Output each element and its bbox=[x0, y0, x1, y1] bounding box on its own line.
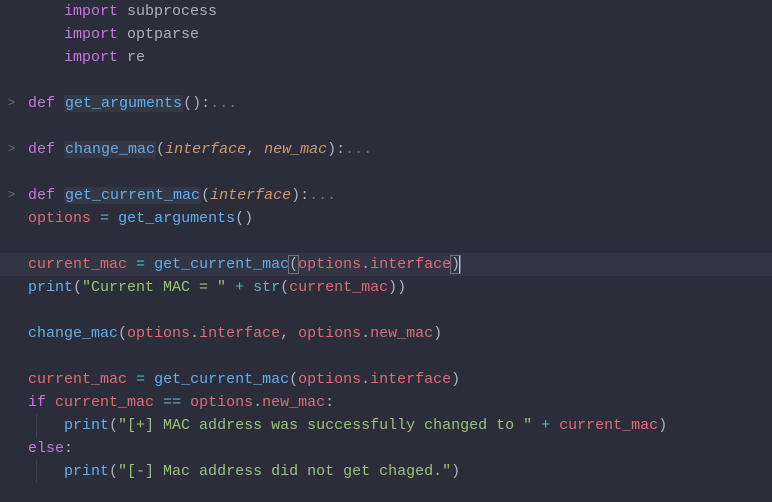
string: "[-] Mac address did not get chaged." bbox=[118, 463, 451, 480]
code-line[interactable] bbox=[0, 115, 772, 138]
code-editor[interactable]: changer › 🐍 mac_changer.py › ... import … bbox=[0, 0, 772, 483]
code-line[interactable]: >def get_arguments():... bbox=[0, 92, 772, 115]
module: optparse bbox=[127, 26, 199, 43]
keyword: import bbox=[64, 3, 118, 20]
module: subprocess bbox=[127, 3, 217, 20]
code-line[interactable]: options = get_arguments() bbox=[0, 207, 772, 230]
property: interface bbox=[370, 256, 451, 273]
code-line[interactable] bbox=[0, 230, 772, 253]
code-line-active[interactable]: current_mac = get_current_mac(options.in… bbox=[0, 253, 772, 276]
builtin: str bbox=[253, 279, 280, 296]
fold-arrow-icon[interactable]: > bbox=[8, 184, 15, 207]
code-line[interactable]: current_mac = get_current_mac(options.in… bbox=[0, 368, 772, 391]
code-line[interactable]: print("[-] Mac address did not get chage… bbox=[0, 460, 772, 483]
code-line[interactable]: import subprocess bbox=[0, 0, 772, 23]
function-call: get_current_mac bbox=[154, 256, 289, 273]
fold-arrow-icon[interactable]: > bbox=[8, 92, 15, 115]
variable: options bbox=[298, 256, 361, 273]
code-line[interactable]: change_mac(options.interface, options.ne… bbox=[0, 322, 772, 345]
function-call: print bbox=[64, 463, 109, 480]
string: "[+] MAC address was successfully change… bbox=[118, 417, 532, 434]
module: re bbox=[127, 49, 145, 66]
code-line[interactable]: print("[+] MAC address was successfully … bbox=[0, 414, 772, 437]
keyword: def bbox=[28, 187, 55, 204]
code-line[interactable]: else: bbox=[0, 437, 772, 460]
code-line[interactable]: import optparse bbox=[0, 23, 772, 46]
code-line[interactable]: >def change_mac(interface, new_mac):... bbox=[0, 138, 772, 161]
variable: options bbox=[298, 371, 361, 388]
function-name: get_current_mac bbox=[64, 187, 201, 204]
fold-indicator[interactable]: ... bbox=[210, 95, 237, 112]
variable: current_mac bbox=[559, 417, 658, 434]
property: interface bbox=[370, 371, 451, 388]
variable: options bbox=[298, 325, 361, 342]
variable: options bbox=[190, 394, 253, 411]
keyword: if bbox=[28, 394, 46, 411]
keyword: def bbox=[28, 141, 55, 158]
function-call: print bbox=[28, 279, 73, 296]
code-line[interactable]: print("Current MAC = " + str(current_mac… bbox=[0, 276, 772, 299]
variable: options bbox=[28, 210, 91, 227]
function-call: get_arguments bbox=[118, 210, 235, 227]
function-call: print bbox=[64, 417, 109, 434]
variable: current_mac bbox=[28, 256, 127, 273]
parameter: new_mac bbox=[264, 141, 327, 158]
function-call: get_current_mac bbox=[154, 371, 289, 388]
fold-indicator[interactable]: ... bbox=[345, 141, 372, 158]
code-area[interactable]: import subprocess import optparse import… bbox=[0, 0, 772, 483]
keyword: import bbox=[64, 49, 118, 66]
indent-guide bbox=[36, 414, 37, 437]
code-line[interactable]: if current_mac == options.new_mac: bbox=[0, 391, 772, 414]
function-name: get_arguments bbox=[64, 95, 183, 112]
code-line[interactable] bbox=[0, 69, 772, 92]
keyword: import bbox=[64, 26, 118, 43]
property: interface bbox=[199, 325, 280, 342]
string: "Current MAC = " bbox=[82, 279, 226, 296]
variable: current_mac bbox=[289, 279, 388, 296]
variable: current_mac bbox=[28, 371, 127, 388]
parameter: interface bbox=[210, 187, 291, 204]
function-name: change_mac bbox=[64, 141, 156, 158]
property: new_mac bbox=[370, 325, 433, 342]
code-line[interactable] bbox=[0, 299, 772, 322]
code-line[interactable] bbox=[0, 345, 772, 368]
parameter: interface bbox=[165, 141, 246, 158]
code-line[interactable]: import re bbox=[0, 46, 772, 69]
variable: options bbox=[127, 325, 190, 342]
keyword: else bbox=[28, 440, 64, 457]
property: new_mac bbox=[262, 394, 325, 411]
variable: current_mac bbox=[55, 394, 154, 411]
indent-guide bbox=[36, 460, 37, 483]
function-call: change_mac bbox=[28, 325, 118, 342]
fold-indicator[interactable]: ... bbox=[309, 187, 336, 204]
code-line[interactable] bbox=[0, 161, 772, 184]
code-line[interactable]: >def get_current_mac(interface):... bbox=[0, 184, 772, 207]
fold-arrow-icon[interactable]: > bbox=[8, 138, 15, 161]
keyword: def bbox=[28, 95, 55, 112]
